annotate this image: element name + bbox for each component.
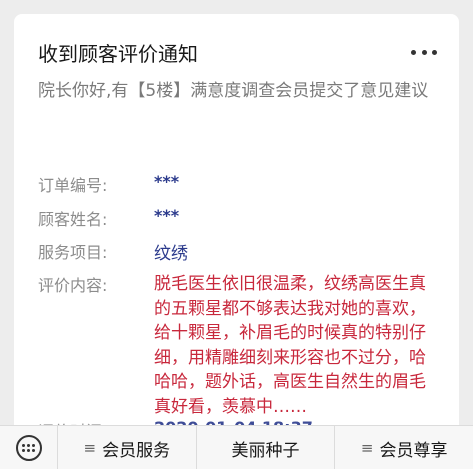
field-review-content: 评价内容: 脱毛医生依旧很温柔，纹绣高医生真的五颗星都不够表达我对她的喜欢，给十… — [38, 272, 448, 419]
keyboard-toggle-button[interactable] — [0, 426, 58, 469]
menu-icon: ≡ — [83, 439, 97, 457]
field-label: 评价内容: — [38, 276, 108, 295]
chat-screen: 收到顾客评价通知 院长你好,有【5楼】满意度调查会员提交了意见建议 订单编号: … — [0, 0, 473, 469]
bottom-menu-bar: ≡ 会员服务 美丽种子 ≡ 会员尊享 — [0, 425, 473, 469]
keyboard-icon — [15, 435, 42, 461]
field-service-item: 服务项目: 纹绣 — [38, 239, 448, 264]
tab-label: 会员尊享 — [379, 440, 448, 461]
notification-card[interactable]: 收到顾客评价通知 院长你好,有【5楼】满意度调查会员提交了意见建议 订单编号: … — [14, 14, 459, 454]
field-value: *** — [154, 206, 180, 225]
field-value: 纹绣 — [154, 244, 188, 264]
tab-member-service[interactable]: ≡ 会员服务 — [58, 426, 197, 469]
tab-beauty-seed[interactable]: 美丽种子 — [197, 426, 336, 469]
field-label: 服务项目: — [38, 243, 108, 262]
tab-label: 美丽种子 — [231, 440, 300, 461]
field-value: *** — [154, 172, 180, 191]
field-order-number: 订单编号: *** — [38, 172, 448, 196]
field-label: 顾客姓名: — [38, 210, 108, 229]
field-label: 订单编号: — [38, 176, 108, 195]
tab-label: 会员服务 — [102, 440, 171, 461]
more-icon[interactable] — [411, 50, 437, 56]
menu-icon: ≡ — [360, 439, 374, 457]
field-value: 脱毛医生依旧很温柔，纹绣高医生真的五颗星都不够表达我对她的喜欢，给十颗星，补眉毛… — [154, 274, 426, 417]
card-intro: 院长你好,有【5楼】满意度调查会员提交了意见建议 — [38, 81, 429, 101]
card-title: 收到顾客评价通知 — [38, 42, 198, 66]
tab-member-exclusive[interactable]: ≡ 会员尊享 — [335, 426, 473, 469]
field-customer-name: 顾客姓名: *** — [38, 206, 448, 230]
